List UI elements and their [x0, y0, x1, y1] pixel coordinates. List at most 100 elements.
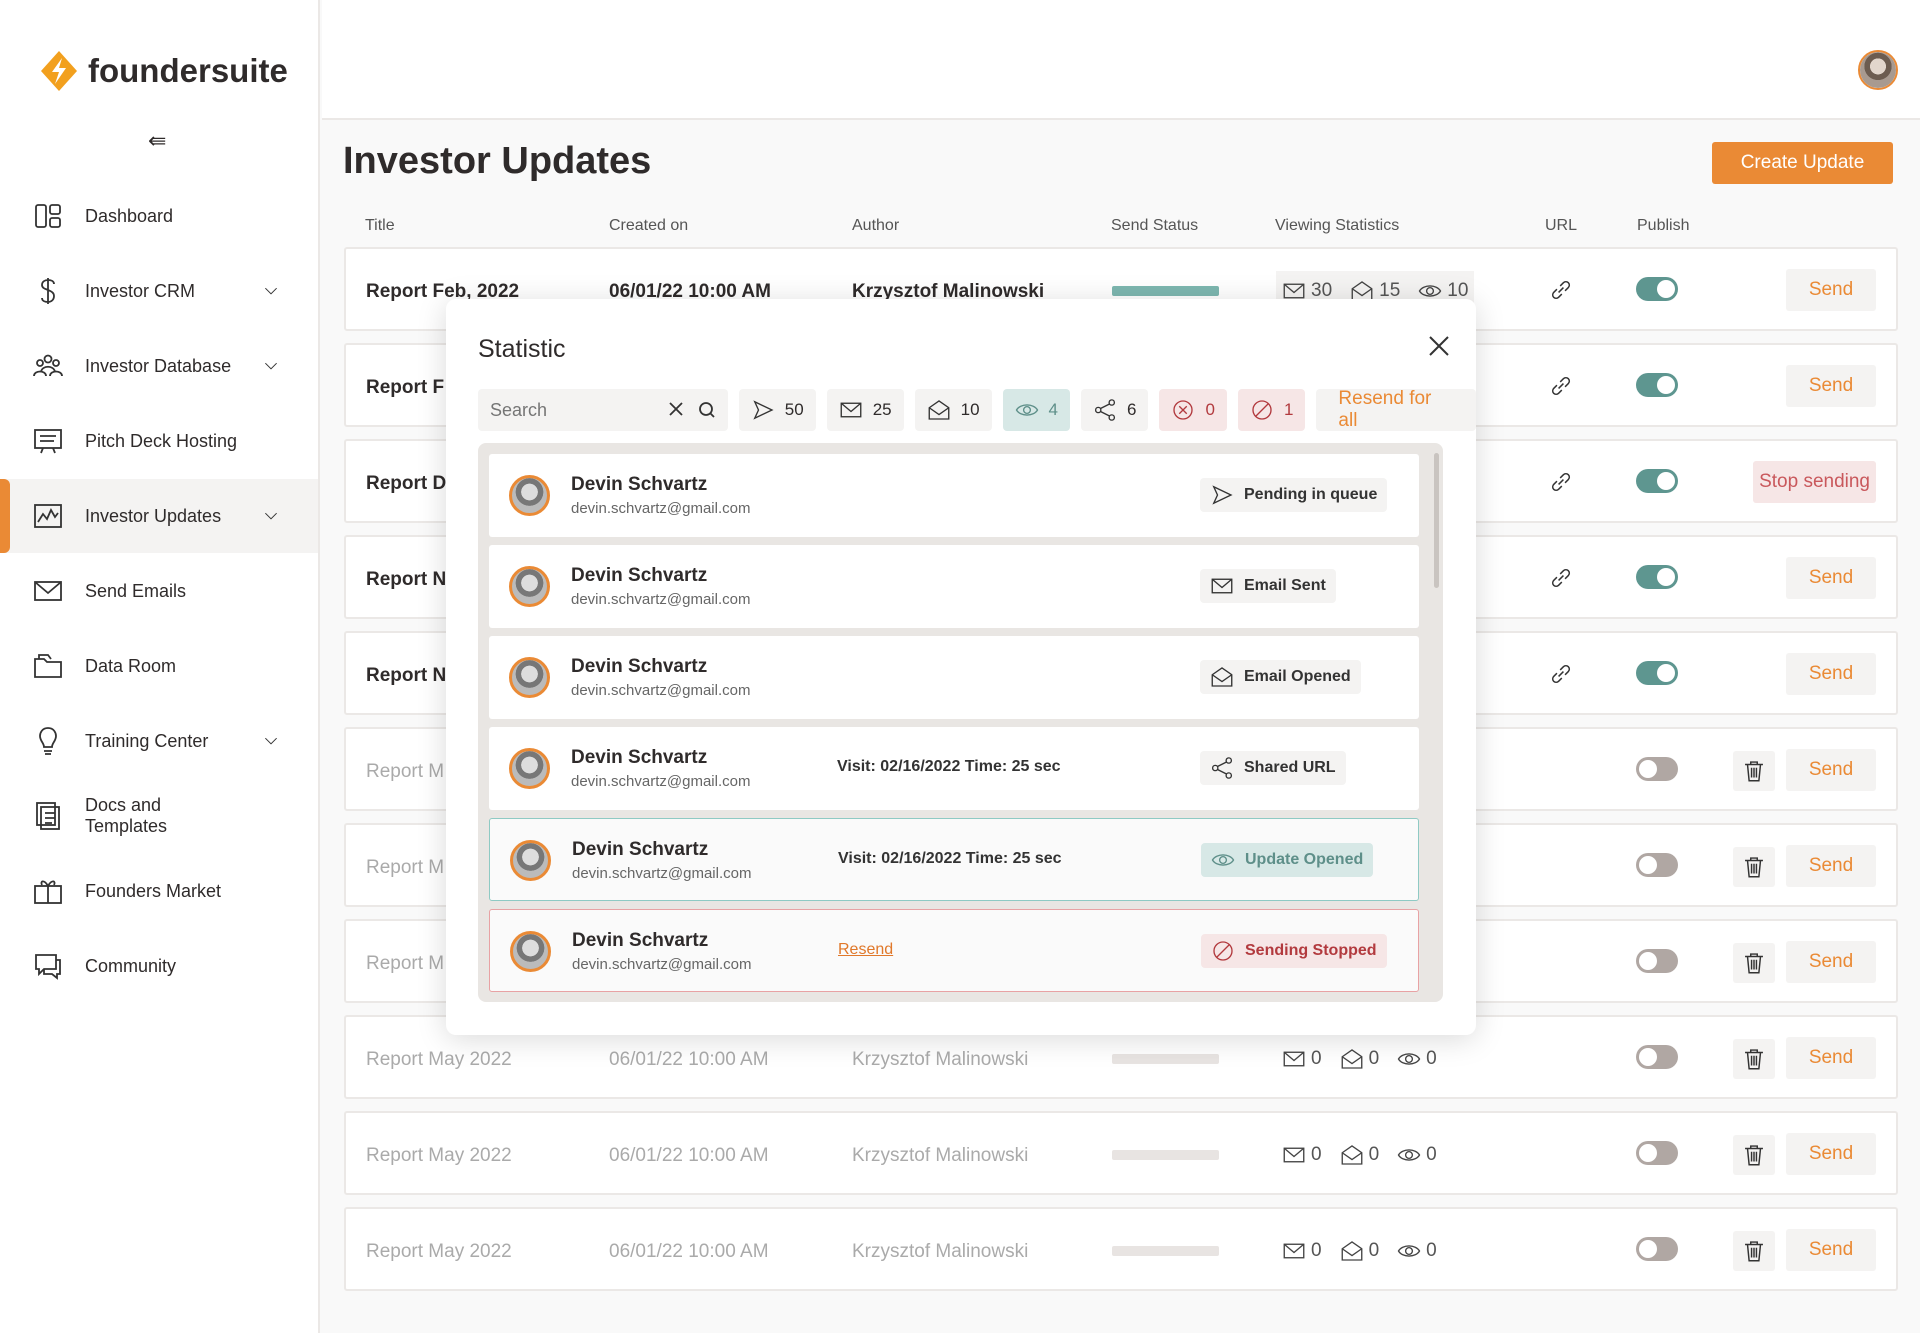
sidebar-item-pitch-deck-hosting[interactable]: Pitch Deck Hosting	[0, 404, 318, 478]
sidebar-item-investor-database[interactable]: Investor Database	[0, 329, 318, 403]
sidebar-item-founders-market[interactable]: Founders Market	[0, 854, 318, 928]
row-author: Krzysztof Malinowski	[852, 1241, 1029, 1262]
documents-icon	[36, 802, 60, 830]
chevron-down-wrap[interactable]	[262, 357, 280, 375]
table-row[interactable]: Report May 2022 06/01/22 10:00 AM Krzyszto…	[344, 1111, 1898, 1195]
column-header: Send Status	[1111, 217, 1199, 234]
row-title[interactable]: Report M	[366, 761, 444, 783]
folder-icon	[34, 654, 62, 678]
filter-eye[interactable]: 4	[1002, 389, 1071, 431]
stat: 0	[1397, 1239, 1437, 1263]
sidebar-item-send-emails[interactable]: Send Emails	[0, 554, 318, 628]
copy-link-button[interactable]	[1548, 661, 1574, 687]
send-button[interactable]: Send	[1786, 941, 1876, 983]
delete-button[interactable]	[1733, 847, 1775, 887]
stat-value: 0	[1368, 1240, 1380, 1261]
close-icon[interactable]	[1426, 333, 1452, 359]
create-update-button[interactable]: Create Update	[1712, 142, 1893, 184]
row-title[interactable]: Report M	[366, 953, 444, 975]
publish-toggle[interactable]	[1636, 1045, 1678, 1069]
row-title[interactable]: Report May 2022	[366, 1241, 512, 1263]
sidebar-item-data-room[interactable]: Data Room	[0, 629, 318, 703]
stop-sending-button[interactable]: Stop sending	[1753, 461, 1876, 503]
trash-icon	[1745, 1241, 1763, 1262]
send-button[interactable]: Send	[1786, 269, 1876, 311]
row-created: 06/01/22 10:00 AM	[609, 1049, 769, 1070]
publish-toggle[interactable]	[1636, 469, 1678, 493]
filter-send[interactable]: 50	[738, 389, 816, 431]
chart-icon-wrap	[32, 500, 64, 532]
resend-link[interactable]: Resend	[838, 941, 893, 959]
publish-toggle[interactable]	[1636, 277, 1678, 301]
copy-link-button[interactable]	[1548, 469, 1574, 495]
copy-link-button[interactable]	[1548, 373, 1574, 399]
table-row[interactable]: Report May 2022 06/01/22 10:00 AM Krzyszto…	[344, 1207, 1898, 1291]
collapse-sidebar-icon[interactable]: ⇚	[148, 128, 166, 154]
publish-toggle[interactable]	[1636, 661, 1678, 685]
filter-mail-open[interactable]: 10	[914, 389, 992, 431]
sidebar-item-training-center[interactable]: Training Center	[0, 704, 318, 778]
eye-icon	[1015, 404, 1038, 416]
filter-error-circle[interactable]: 0	[1159, 389, 1227, 431]
recipient-name: Devin Schvartz	[571, 565, 708, 586]
stat: 0	[1282, 1143, 1322, 1167]
search-input[interactable]	[490, 399, 650, 421]
clear-icon[interactable]	[668, 401, 684, 417]
search-box[interactable]	[478, 389, 728, 431]
gift-icon	[34, 880, 62, 904]
sidebar-item-docs-and-templates[interactable]: Docs and Templates	[0, 779, 318, 853]
resend-for-all-button[interactable]: Resend for all	[1316, 388, 1476, 431]
sidebar-item-label: Investor Database	[85, 355, 232, 376]
filter-blocked[interactable]: 1	[1237, 389, 1306, 431]
delete-button[interactable]	[1733, 943, 1775, 983]
share-icon	[1211, 757, 1233, 779]
row-title[interactable]: Report N	[366, 569, 446, 591]
sidebar-item-investor-updates[interactable]: Investor Updates	[0, 479, 318, 553]
chevron-down-wrap[interactable]	[262, 282, 280, 300]
row-title[interactable]: Report F	[366, 377, 444, 399]
link-icon	[1551, 376, 1571, 396]
sidebar-item-dashboard[interactable]: Dashboard	[0, 179, 318, 253]
publish-toggle[interactable]	[1636, 565, 1678, 589]
publish-toggle[interactable]	[1636, 1141, 1678, 1165]
column-header: Author	[852, 217, 900, 234]
row-title[interactable]: Report May 2022	[366, 1145, 512, 1167]
search-icon[interactable]	[698, 401, 716, 419]
send-button[interactable]: Send	[1786, 1229, 1876, 1271]
send-button[interactable]: Send	[1786, 365, 1876, 407]
filter-share[interactable]: 6	[1081, 389, 1149, 431]
copy-link-button[interactable]	[1548, 565, 1574, 591]
delete-button[interactable]	[1733, 1039, 1775, 1079]
delete-button[interactable]	[1733, 1135, 1775, 1175]
link-icon	[1551, 568, 1571, 588]
row-title[interactable]: Report D	[366, 473, 446, 495]
publish-toggle[interactable]	[1636, 853, 1678, 877]
sidebar-item-investor-crm[interactable]: Investor CRM	[0, 254, 318, 328]
logo[interactable]: foundersuite	[40, 50, 288, 92]
publish-toggle[interactable]	[1636, 373, 1678, 397]
sidebar-item-community[interactable]: Community	[0, 929, 318, 1003]
publish-toggle[interactable]	[1636, 757, 1678, 781]
row-title[interactable]: Report May 2022	[366, 1049, 512, 1071]
copy-link-button[interactable]	[1548, 277, 1574, 303]
send-button[interactable]: Send	[1786, 557, 1876, 599]
scrollbar[interactable]	[1434, 453, 1439, 588]
chevron-down-wrap[interactable]	[262, 732, 280, 750]
recipient-item: Devin Schvartz devin.schvartz@gmail.com P…	[489, 454, 1419, 537]
user-avatar[interactable]	[1858, 50, 1898, 90]
publish-toggle[interactable]	[1636, 1237, 1678, 1261]
recipient-item: Devin Schvartz devin.schvartz@gmail.com E…	[489, 545, 1419, 628]
send-button[interactable]: Send	[1786, 1133, 1876, 1175]
delete-button[interactable]	[1733, 751, 1775, 791]
blocked-icon	[1252, 400, 1272, 420]
send-button[interactable]: Send	[1786, 653, 1876, 695]
row-title[interactable]: Report M	[366, 857, 444, 879]
chevron-down-wrap[interactable]	[262, 507, 280, 525]
send-button[interactable]: Send	[1786, 845, 1876, 887]
delete-button[interactable]	[1733, 1231, 1775, 1271]
filter-mail[interactable]: 25	[826, 389, 904, 431]
send-button[interactable]: Send	[1786, 1037, 1876, 1079]
send-button[interactable]: Send	[1786, 749, 1876, 791]
row-title[interactable]: Report N	[366, 665, 446, 687]
publish-toggle[interactable]	[1636, 949, 1678, 973]
